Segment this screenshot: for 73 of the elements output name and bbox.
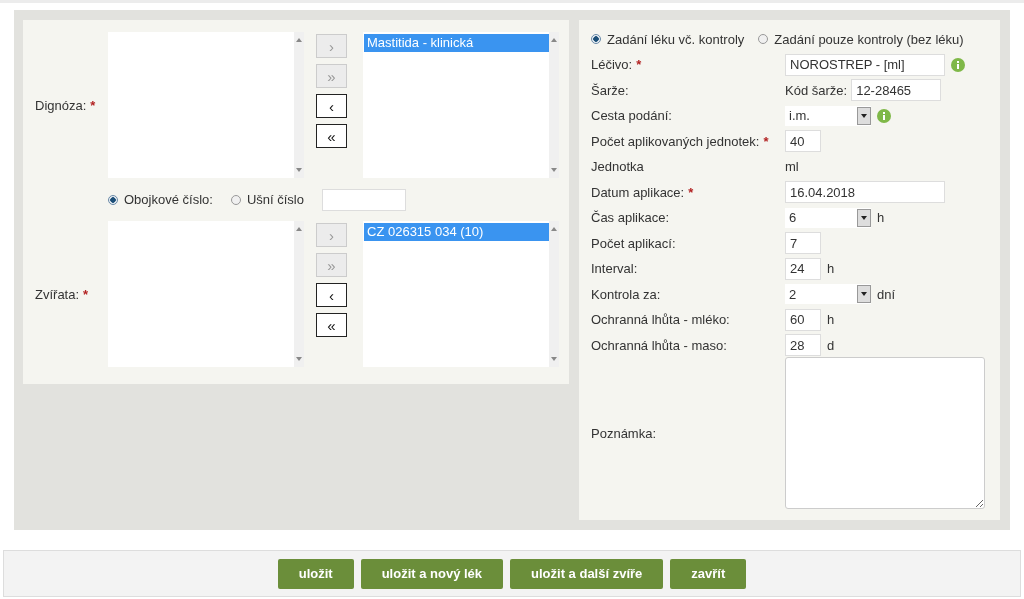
move-button[interactable]: « bbox=[316, 124, 347, 148]
field-label: Ochranná lhůta - mléko: bbox=[591, 312, 730, 328]
input-field[interactable]: 60 bbox=[785, 308, 821, 331]
scrollbar[interactable] bbox=[549, 32, 559, 178]
field-label: Šarže: bbox=[591, 82, 629, 98]
required-mark: * bbox=[763, 133, 769, 149]
unit-label: h bbox=[877, 210, 885, 226]
radio-button[interactable] bbox=[108, 194, 118, 205]
unit-label: h bbox=[827, 312, 835, 328]
field-label: Léčivo: bbox=[591, 57, 633, 73]
scroll-down-icon bbox=[551, 357, 557, 361]
dropdown[interactable]: i.m. bbox=[785, 105, 871, 126]
field-label: Kontrola za: bbox=[591, 286, 661, 302]
scroll-up-icon bbox=[551, 227, 557, 231]
radio-button[interactable] bbox=[758, 34, 769, 44]
field-value: ml bbox=[785, 159, 799, 175]
list-box[interactable] bbox=[108, 32, 304, 178]
radio-label[interactable]: Obojkové číslo: bbox=[124, 192, 213, 207]
input-field[interactable]: 16.04.2018 bbox=[785, 181, 945, 204]
caret-icon bbox=[861, 292, 867, 297]
field-label: Interval: bbox=[591, 261, 638, 277]
scroll-down-icon bbox=[296, 357, 302, 361]
scroll-up-icon bbox=[296, 38, 302, 42]
scroll-up-icon bbox=[296, 227, 302, 231]
field-label: Poznámka: bbox=[591, 425, 657, 441]
field-label: Datum aplikace: bbox=[591, 184, 685, 200]
dropdown[interactable]: 6 bbox=[785, 207, 871, 228]
text-area[interactable] bbox=[785, 357, 985, 509]
input-field[interactable]: 40 bbox=[785, 130, 821, 153]
action-button[interactable]: uložit bbox=[277, 558, 354, 589]
scrollbar[interactable] bbox=[549, 221, 559, 367]
radio-button[interactable] bbox=[230, 194, 241, 205]
action-button[interactable]: uložit a nový lék bbox=[360, 558, 504, 589]
radio-label[interactable]: Zadání pouze kontroly (bez léku) bbox=[774, 31, 964, 47]
caret-icon bbox=[861, 113, 867, 118]
field-label: Ochranná lhůta - maso: bbox=[591, 337, 727, 353]
dropdown[interactable]: 2 bbox=[785, 284, 871, 305]
radio-button[interactable] bbox=[591, 34, 601, 44]
input-field[interactable]: 28 bbox=[785, 334, 821, 357]
scrollbar[interactable] bbox=[294, 32, 304, 178]
required-mark: * bbox=[636, 57, 642, 73]
field-label: Dignóza: bbox=[35, 97, 87, 113]
required-mark: * bbox=[688, 184, 694, 200]
move-button[interactable]: ‹ bbox=[316, 283, 347, 307]
input-field[interactable]: 24 bbox=[785, 257, 821, 280]
input-field[interactable]: NOROSTREP - [ml] bbox=[785, 53, 945, 76]
move-button[interactable]: « bbox=[316, 313, 347, 337]
required-mark: * bbox=[83, 286, 89, 302]
input-field[interactable] bbox=[321, 188, 406, 211]
unit-label: h bbox=[827, 261, 835, 277]
unit-label: d bbox=[827, 337, 835, 353]
field-label: Čas aplikace: bbox=[591, 210, 670, 226]
scroll-up-icon bbox=[551, 38, 557, 42]
input-field[interactable]: 12-28465 bbox=[851, 79, 942, 102]
field-label: Cesta podání: bbox=[591, 108, 672, 124]
list-box[interactable] bbox=[108, 221, 304, 367]
field-label: Počet aplikovaných jednotek: bbox=[591, 133, 760, 149]
scroll-down-icon bbox=[551, 168, 557, 172]
field-label: Zvířata: bbox=[35, 286, 80, 302]
action-button[interactable]: uložit a další zvíře bbox=[510, 558, 664, 589]
radio-label[interactable]: Zadání léku vč. kontroly bbox=[607, 31, 745, 47]
input-field[interactable]: 7 bbox=[785, 232, 821, 255]
radio-label[interactable]: Ušní číslo bbox=[246, 192, 304, 207]
scrollbar[interactable] bbox=[294, 221, 304, 367]
field-label: Kód šarže: bbox=[785, 82, 848, 98]
move-button[interactable]: ‹ bbox=[316, 94, 347, 118]
field-label: Jednotka bbox=[591, 159, 644, 175]
scroll-down-icon bbox=[296, 168, 302, 172]
unit-label: dní bbox=[877, 286, 896, 302]
required-mark: * bbox=[90, 97, 96, 113]
field-label: Počet aplikací: bbox=[591, 235, 676, 251]
caret-icon bbox=[861, 215, 867, 220]
action-button[interactable]: zavřít bbox=[670, 558, 747, 589]
